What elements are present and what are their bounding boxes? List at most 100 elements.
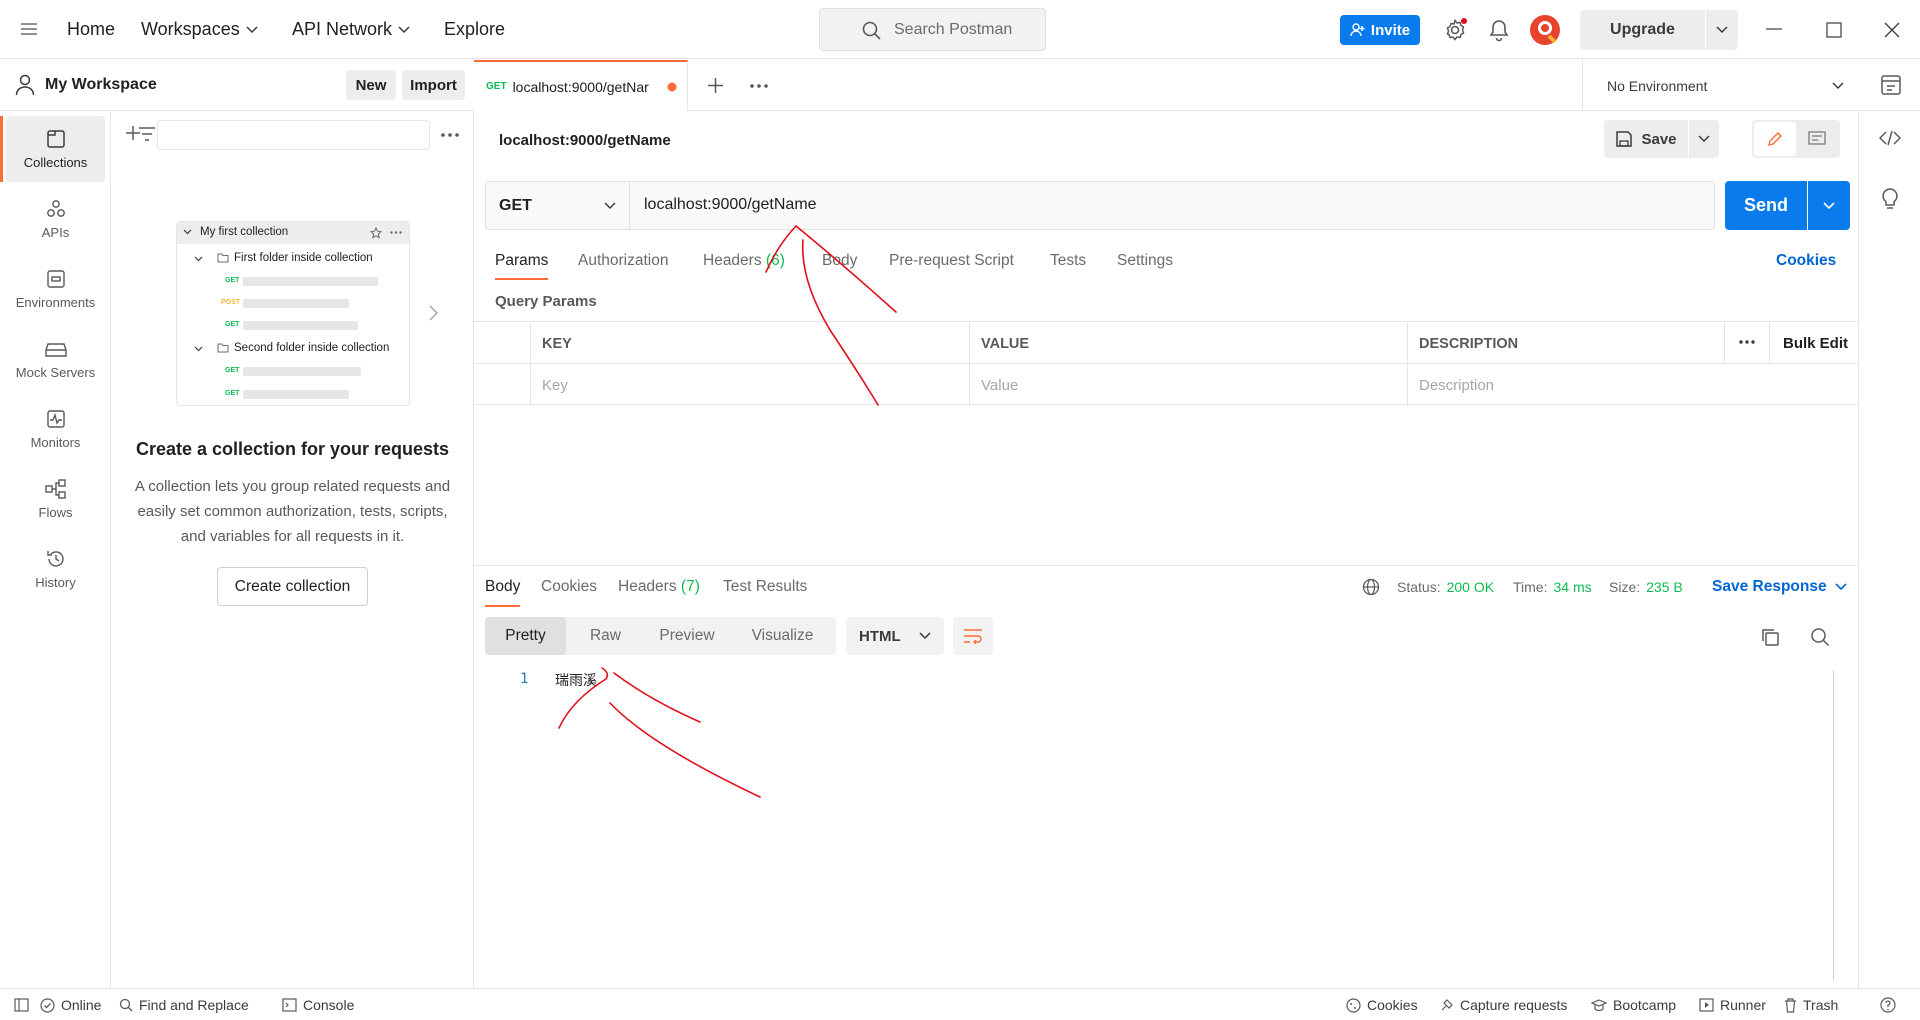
online-status[interactable]: Online <box>40 997 101 1013</box>
response-size[interactable]: Size: 235 B <box>1609 579 1683 595</box>
import-button[interactable]: Import <box>402 70 465 100</box>
settings-gear-icon[interactable] <box>1443 18 1467 42</box>
collections-filter-input[interactable] <box>139 120 430 150</box>
chevron-down-icon <box>1716 26 1728 34</box>
find-replace-button[interactable]: Find and Replace <box>119 997 249 1013</box>
console-button[interactable]: Console <box>282 997 354 1013</box>
right-sidebar <box>1858 111 1920 988</box>
cookies-button[interactable]: Cookies <box>1346 997 1418 1013</box>
format-visualize[interactable]: Visualize <box>729 617 836 655</box>
table-divider <box>474 363 1858 364</box>
tab-params[interactable]: Params <box>495 252 549 280</box>
new-button[interactable]: New <box>346 70 396 100</box>
nav-api-network[interactable]: API Network <box>292 19 410 40</box>
preview-folder-row: Second folder inside collection <box>177 338 409 358</box>
new-tab-icon[interactable] <box>707 77 724 94</box>
copy-icon[interactable] <box>1760 627 1780 647</box>
environment-selector[interactable]: No Environment <box>1582 60 1865 111</box>
nav-home[interactable]: Home <box>67 19 115 40</box>
sidebar-item-flows[interactable]: Flows <box>6 466 105 532</box>
response-tab-test-results[interactable]: Test Results <box>723 578 807 596</box>
more-options-icon[interactable] <box>441 133 459 137</box>
close-window-icon[interactable] <box>1884 22 1900 38</box>
tab-tests[interactable]: Tests <box>1050 252 1086 270</box>
sidebar-item-collections[interactable]: Collections <box>0 116 105 182</box>
url-input[interactable]: localhost:9000/getName <box>644 196 817 214</box>
response-body-text[interactable]: 瑞雨溪 <box>555 670 597 690</box>
code-icon[interactable] <box>1879 130 1901 146</box>
bootcamp-button[interactable]: Bootcamp <box>1591 997 1676 1013</box>
response-status[interactable]: Status: 200 OK <box>1397 579 1494 595</box>
capture-requests-button[interactable]: Capture requests <box>1439 997 1567 1013</box>
tab-headers[interactable]: Headers (6) <box>703 252 785 270</box>
filter-icon[interactable] <box>138 126 156 142</box>
unsaved-dot-icon <box>667 82 677 92</box>
save-response-button[interactable]: Save Response <box>1712 578 1847 596</box>
response-tab-headers[interactable]: Headers (7) <box>618 578 700 596</box>
help-icon[interactable] <box>1880 997 1896 1013</box>
more-options-icon[interactable] <box>1739 340 1755 344</box>
language-select[interactable]: HTML <box>846 617 944 655</box>
hamburger-menu-icon[interactable] <box>20 21 38 37</box>
sidebar-item-environments[interactable]: Environments <box>6 256 105 322</box>
nav-explore[interactable]: Explore <box>444 19 505 40</box>
search-icon[interactable] <box>1810 627 1830 647</box>
tab-request[interactable]: GET localhost:9000/getNar <box>474 60 688 111</box>
sidebar-item-monitors[interactable]: Monitors <box>6 396 105 462</box>
tab-authorization[interactable]: Authorization <box>578 252 668 270</box>
workspace-name[interactable]: My Workspace <box>45 76 157 94</box>
wrap-lines-button[interactable] <box>953 617 993 655</box>
response-time[interactable]: Time: 34 ms <box>1513 579 1592 595</box>
globe-icon[interactable] <box>1362 578 1380 596</box>
runner-button[interactable]: Runner <box>1699 997 1766 1013</box>
lightbulb-icon[interactable] <box>1881 188 1899 210</box>
search-input[interactable]: Search Postman <box>819 8 1046 51</box>
upgrade-dropdown-button[interactable] <box>1706 10 1738 50</box>
notifications-bell-icon[interactable] <box>1489 18 1509 42</box>
format-preview[interactable]: Preview <box>645 617 729 655</box>
placeholder-bar <box>243 299 349 308</box>
upgrade-button[interactable]: Upgrade <box>1580 10 1705 50</box>
nav-workspaces[interactable]: Workspaces <box>141 19 258 40</box>
documentation-icon[interactable] <box>1808 131 1826 147</box>
key-input[interactable]: Key <box>542 377 568 394</box>
toggle-sidebar-icon[interactable] <box>14 998 29 1012</box>
response-tab-cookies[interactable]: Cookies <box>541 578 597 596</box>
tab-settings[interactable]: Settings <box>1117 252 1173 270</box>
monitors-icon <box>46 409 66 429</box>
environment-quick-look-icon[interactable] <box>1880 74 1902 96</box>
wrap-lines-icon <box>963 628 983 644</box>
sidebar-item-apis[interactable]: APIs <box>6 186 105 252</box>
create-collection-button[interactable]: Create collection <box>217 567 368 606</box>
tab-pre-request-script[interactable]: Pre-request Script <box>889 252 1014 270</box>
maximize-window-icon[interactable] <box>1826 22 1842 38</box>
chevron-down-icon <box>1698 135 1710 143</box>
sidebar-item-mock-servers[interactable]: Mock Servers <box>6 326 105 392</box>
value-input[interactable]: Value <box>981 377 1018 394</box>
send-options-button[interactable] <box>1808 181 1850 230</box>
response-scrollbar[interactable] <box>1833 670 1834 980</box>
chevron-right-icon[interactable] <box>429 305 438 321</box>
minimize-window-icon[interactable] <box>1766 28 1782 30</box>
tab-body[interactable]: Body <box>822 252 857 270</box>
response-tab-body[interactable]: Body <box>485 578 521 607</box>
save-options-button[interactable] <box>1689 120 1719 158</box>
avatar[interactable] <box>1529 14 1561 46</box>
description-input[interactable]: Description <box>1419 377 1494 394</box>
format-pretty[interactable]: Pretty <box>485 617 566 655</box>
invite-button[interactable]: Invite <box>1340 15 1420 45</box>
sidebar-item-history[interactable]: History <box>6 536 105 602</box>
send-button[interactable]: Send <box>1725 181 1807 230</box>
method-select[interactable]: GET <box>486 182 630 229</box>
edit-pencil-icon[interactable] <box>1754 122 1796 156</box>
trash-button[interactable]: Trash <box>1784 997 1838 1013</box>
response-divider[interactable] <box>474 565 1858 566</box>
request-name[interactable]: localhost:9000/getName <box>499 132 671 149</box>
tab-options-icon[interactable] <box>750 84 768 88</box>
cookies-link[interactable]: Cookies <box>1776 252 1836 270</box>
bulk-edit-button[interactable]: Bulk Edit <box>1783 335 1848 352</box>
description-column: DESCRIPTION Description <box>1407 322 1518 406</box>
chevron-down-icon <box>1835 583 1847 591</box>
format-raw[interactable]: Raw <box>566 617 645 655</box>
save-button[interactable]: Save <box>1604 120 1688 158</box>
